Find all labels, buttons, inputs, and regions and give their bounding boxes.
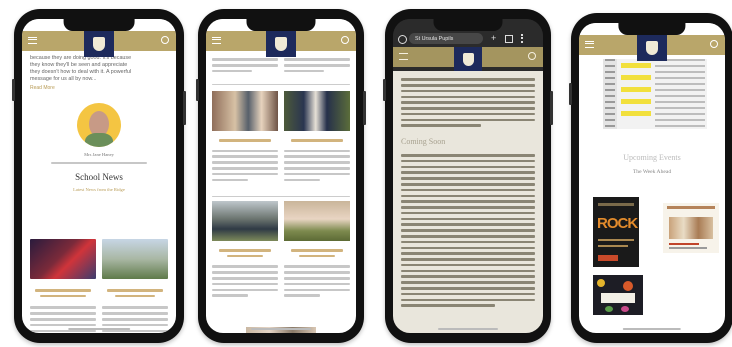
school-crest-logo[interactable] bbox=[84, 31, 114, 57]
author-name: Mrs Jane Haney bbox=[84, 152, 114, 157]
home-indicator bbox=[251, 328, 311, 330]
phone-screen: St Ursula Pupils + Coming Soon bbox=[393, 19, 543, 333]
news-photo bbox=[102, 239, 168, 279]
news-photo bbox=[212, 91, 278, 131]
search-icon[interactable] bbox=[528, 52, 536, 60]
site-header bbox=[206, 31, 356, 57]
phone-mockup-4: Upcoming Events The Week Ahead ROCK bbox=[569, 13, 732, 343]
search-icon[interactable] bbox=[710, 40, 718, 48]
news-card[interactable] bbox=[284, 201, 350, 300]
site-header bbox=[393, 47, 543, 71]
intro-line: message for us all by now... bbox=[30, 76, 97, 82]
side-button bbox=[196, 79, 199, 101]
home-icon[interactable] bbox=[398, 35, 407, 44]
news-photo bbox=[284, 201, 350, 241]
phone-notch bbox=[618, 23, 686, 35]
news-photo bbox=[212, 201, 278, 241]
section-heading: Coming Soon bbox=[401, 137, 446, 147]
news-photo bbox=[30, 239, 96, 279]
phone-mockup-1: because they are doing good. It's becaus… bbox=[12, 9, 186, 343]
phone-screen bbox=[206, 19, 356, 333]
section-heading: Upcoming Events bbox=[623, 153, 681, 162]
divider bbox=[212, 84, 350, 86]
browser-bar: St Ursula Pupils + bbox=[393, 31, 543, 47]
event-poster[interactable] bbox=[663, 203, 719, 253]
home-indicator bbox=[622, 328, 682, 330]
school-crest-logo[interactable] bbox=[266, 31, 296, 57]
poster-title: ROCK bbox=[597, 215, 638, 232]
news-card[interactable] bbox=[102, 239, 168, 333]
side-button bbox=[383, 79, 386, 101]
search-icon[interactable] bbox=[161, 36, 169, 44]
phone-mockup-3: St Ursula Pupils + Coming Soon bbox=[383, 9, 553, 343]
school-crest-logo[interactable] bbox=[637, 35, 667, 61]
site-header bbox=[579, 35, 725, 61]
more-options-icon[interactable] bbox=[521, 34, 525, 43]
news-card[interactable] bbox=[30, 239, 96, 333]
event-poster[interactable] bbox=[593, 275, 643, 315]
phone-mockup-2 bbox=[196, 9, 366, 343]
page-content: Upcoming Events The Week Ahead ROCK bbox=[579, 59, 725, 333]
phone-screen: because they are doing good. It's becaus… bbox=[22, 19, 176, 333]
search-icon[interactable] bbox=[341, 36, 349, 44]
site-header bbox=[22, 31, 176, 57]
news-photo bbox=[284, 91, 350, 131]
divider bbox=[50, 162, 148, 164]
intro-line: they know they'll be seen and appreciate bbox=[30, 62, 128, 68]
news-card[interactable] bbox=[284, 91, 350, 184]
intro-text: because they are doing good. It's becaus… bbox=[30, 55, 168, 83]
page-content: because they are doing good. It's becaus… bbox=[22, 55, 176, 333]
phone-notch bbox=[246, 19, 316, 31]
phone-notch bbox=[433, 19, 503, 31]
home-indicator bbox=[438, 328, 498, 330]
phone-screen: Upcoming Events The Week Ahead ROCK bbox=[579, 23, 725, 333]
hamburger-menu-icon[interactable] bbox=[212, 37, 221, 44]
tabs-icon[interactable] bbox=[505, 35, 513, 43]
home-indicator bbox=[68, 328, 130, 330]
side-button bbox=[363, 91, 366, 125]
browser-title: St Ursula Pupils bbox=[415, 35, 454, 42]
read-more-link[interactable]: Read More bbox=[30, 85, 168, 91]
school-crest-logo[interactable] bbox=[454, 47, 482, 71]
event-poster[interactable]: ROCK bbox=[593, 197, 639, 267]
page-content bbox=[206, 55, 356, 333]
section-subtitle: Latest News from the Ridge bbox=[73, 186, 125, 192]
intro-line: they doesn't how to deal with it. A powe… bbox=[30, 69, 132, 75]
new-tab-icon[interactable]: + bbox=[491, 33, 496, 43]
hamburger-menu-icon[interactable] bbox=[28, 37, 37, 44]
section-subheading: The Week Ahead bbox=[632, 169, 672, 175]
side-button bbox=[569, 83, 572, 105]
divider bbox=[212, 196, 350, 198]
phone-notch bbox=[63, 19, 135, 31]
news-card[interactable] bbox=[212, 91, 278, 184]
side-button bbox=[12, 79, 15, 101]
section-title: School News bbox=[75, 171, 123, 182]
side-button bbox=[550, 91, 553, 125]
hamburger-menu-icon[interactable] bbox=[585, 41, 594, 48]
address-bar[interactable]: St Ursula Pupils bbox=[409, 33, 483, 44]
news-card[interactable] bbox=[212, 201, 278, 300]
page-content: Coming Soon bbox=[393, 71, 543, 333]
timetable-image[interactable] bbox=[603, 59, 707, 129]
author-avatar bbox=[77, 103, 121, 147]
hamburger-menu-icon[interactable] bbox=[399, 53, 408, 60]
side-button bbox=[183, 91, 186, 125]
